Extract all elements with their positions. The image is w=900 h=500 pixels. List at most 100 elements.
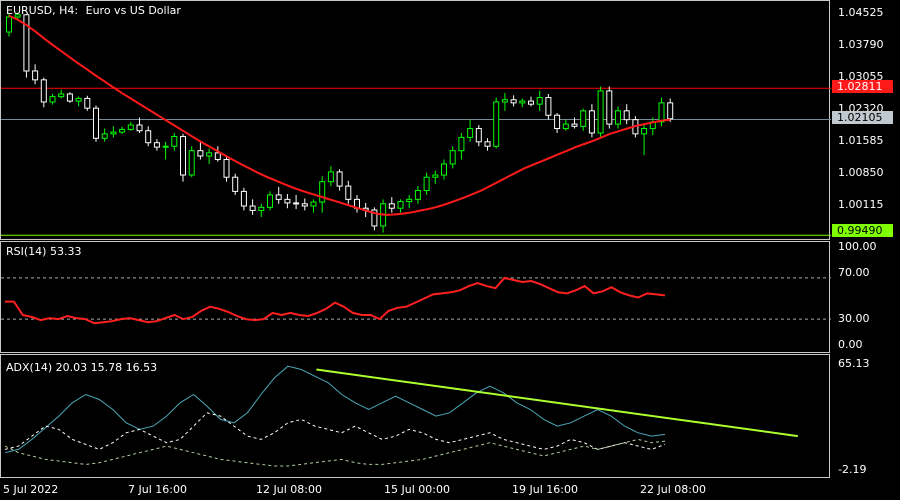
candle-body <box>623 110 630 121</box>
candle-body <box>310 201 317 207</box>
candle-body <box>562 123 569 130</box>
rsi-label: RSI(14) 53.33 <box>6 245 82 258</box>
candle-body <box>345 185 352 200</box>
candle-body <box>441 163 447 176</box>
candle-body <box>93 107 99 139</box>
price-tick: 1.04525 <box>838 6 884 19</box>
candle-body <box>501 99 508 103</box>
candle-body <box>493 101 500 147</box>
adx-panel[interactable]: ADX(14) 20.03 15.78 16.53 <box>0 354 830 478</box>
candle-body <box>249 205 256 211</box>
candle-body <box>153 142 160 148</box>
time-tick: 15 Jul 00:00 <box>384 483 450 496</box>
rsi-tick: 100.00 <box>838 240 877 253</box>
candle-body <box>284 198 291 204</box>
symbol-description: Euro vs US Dollar <box>85 4 181 17</box>
candle-body <box>206 152 213 157</box>
candle-body <box>528 100 534 105</box>
candle-body <box>145 130 152 144</box>
candle-body <box>467 128 474 138</box>
candle-body <box>258 206 265 211</box>
candle-body <box>180 136 186 176</box>
candle-body <box>171 136 178 147</box>
candle-body <box>580 110 587 127</box>
candle-body <box>40 79 47 103</box>
candle-body <box>658 102 665 123</box>
candle-body <box>475 128 482 143</box>
rsi-tick: 0.00 <box>838 338 863 351</box>
rsi-tick: 70.00 <box>838 266 870 279</box>
candle-body <box>615 110 621 125</box>
candle-body <box>101 133 108 139</box>
candle-body <box>66 93 73 102</box>
candle-body <box>119 128 126 133</box>
time-tick: 19 Jul 16:00 <box>512 483 578 496</box>
resistance-price-tag: 1.02811 <box>832 80 893 93</box>
rsi-tick: 30.00 <box>838 312 870 325</box>
candle-body <box>423 176 430 192</box>
price-chart-canvas[interactable] <box>1 1 831 241</box>
current-price-tag: 1.02105 <box>832 111 893 124</box>
candle-body <box>32 70 39 81</box>
candle-body <box>406 198 413 203</box>
candle-body <box>58 93 65 98</box>
adx-plus-di-line <box>4 412 666 450</box>
candle-body <box>606 90 613 125</box>
candle-body <box>597 90 604 134</box>
time-tick: 12 Jul 08:00 <box>256 483 322 496</box>
candle-body <box>449 150 456 165</box>
candle-body <box>293 202 300 205</box>
candle-body <box>458 136 465 152</box>
candle-body <box>571 123 578 127</box>
candle-body <box>397 201 404 209</box>
candle-body <box>510 99 517 104</box>
price-tick: 1.01585 <box>838 134 884 147</box>
candle-body <box>214 152 221 161</box>
candle-body <box>136 124 143 132</box>
candle-body <box>240 190 247 207</box>
candle-body <box>388 203 395 209</box>
candle-body <box>223 159 230 178</box>
price-tick: 1.00115 <box>838 198 884 211</box>
candle-body <box>49 96 56 103</box>
candle-body <box>484 141 491 147</box>
time-tick: 22 Jul 08:00 <box>640 483 706 496</box>
candle-body <box>75 97 82 102</box>
candle-body <box>267 194 273 208</box>
candle-body <box>336 171 343 187</box>
candle-body <box>232 176 239 192</box>
rsi-panel[interactable]: RSI(14) 53.33 <box>0 241 831 354</box>
price-tick: 1.00850 <box>838 166 884 179</box>
candle-body <box>275 194 282 200</box>
adx-minus-di-line <box>4 438 666 467</box>
candle-body <box>519 100 526 104</box>
candle-body <box>127 124 134 130</box>
price-tick: 1.03790 <box>838 38 884 51</box>
candle-body <box>545 97 552 116</box>
rsi-canvas[interactable] <box>1 242 831 354</box>
adx-tick-bottom: -2.19 <box>838 463 867 476</box>
candle-body <box>641 128 648 135</box>
symbol-timeframe: EURUSD, H4: <box>6 4 79 17</box>
candle-body <box>588 110 595 134</box>
candle-body <box>188 150 195 176</box>
candle-body <box>6 16 12 33</box>
adx-tick-top: 65.13 <box>838 357 870 370</box>
candle-body <box>432 174 439 178</box>
candle-body <box>301 203 308 207</box>
candle-body <box>162 145 169 148</box>
time-tick: 7 Jul 16:00 <box>128 483 187 496</box>
candle-body <box>667 102 674 120</box>
candle-body <box>110 131 117 135</box>
candle-body <box>414 190 421 200</box>
candle-body <box>319 181 326 203</box>
chart-header: EURUSD, H4: Euro vs US Dollar <box>6 4 181 17</box>
rsi-line <box>5 276 666 325</box>
price-chart-panel[interactable]: EURUSD, H4: Euro vs US Dollar <box>0 0 831 241</box>
adx-main-line <box>4 365 666 454</box>
candle-body <box>197 150 204 157</box>
candle-body <box>536 97 543 105</box>
time-tick: 5 Jul 2022 <box>3 483 59 496</box>
adx-label: ADX(14) 20.03 15.78 16.53 <box>6 361 158 374</box>
candle-body <box>554 114 561 130</box>
